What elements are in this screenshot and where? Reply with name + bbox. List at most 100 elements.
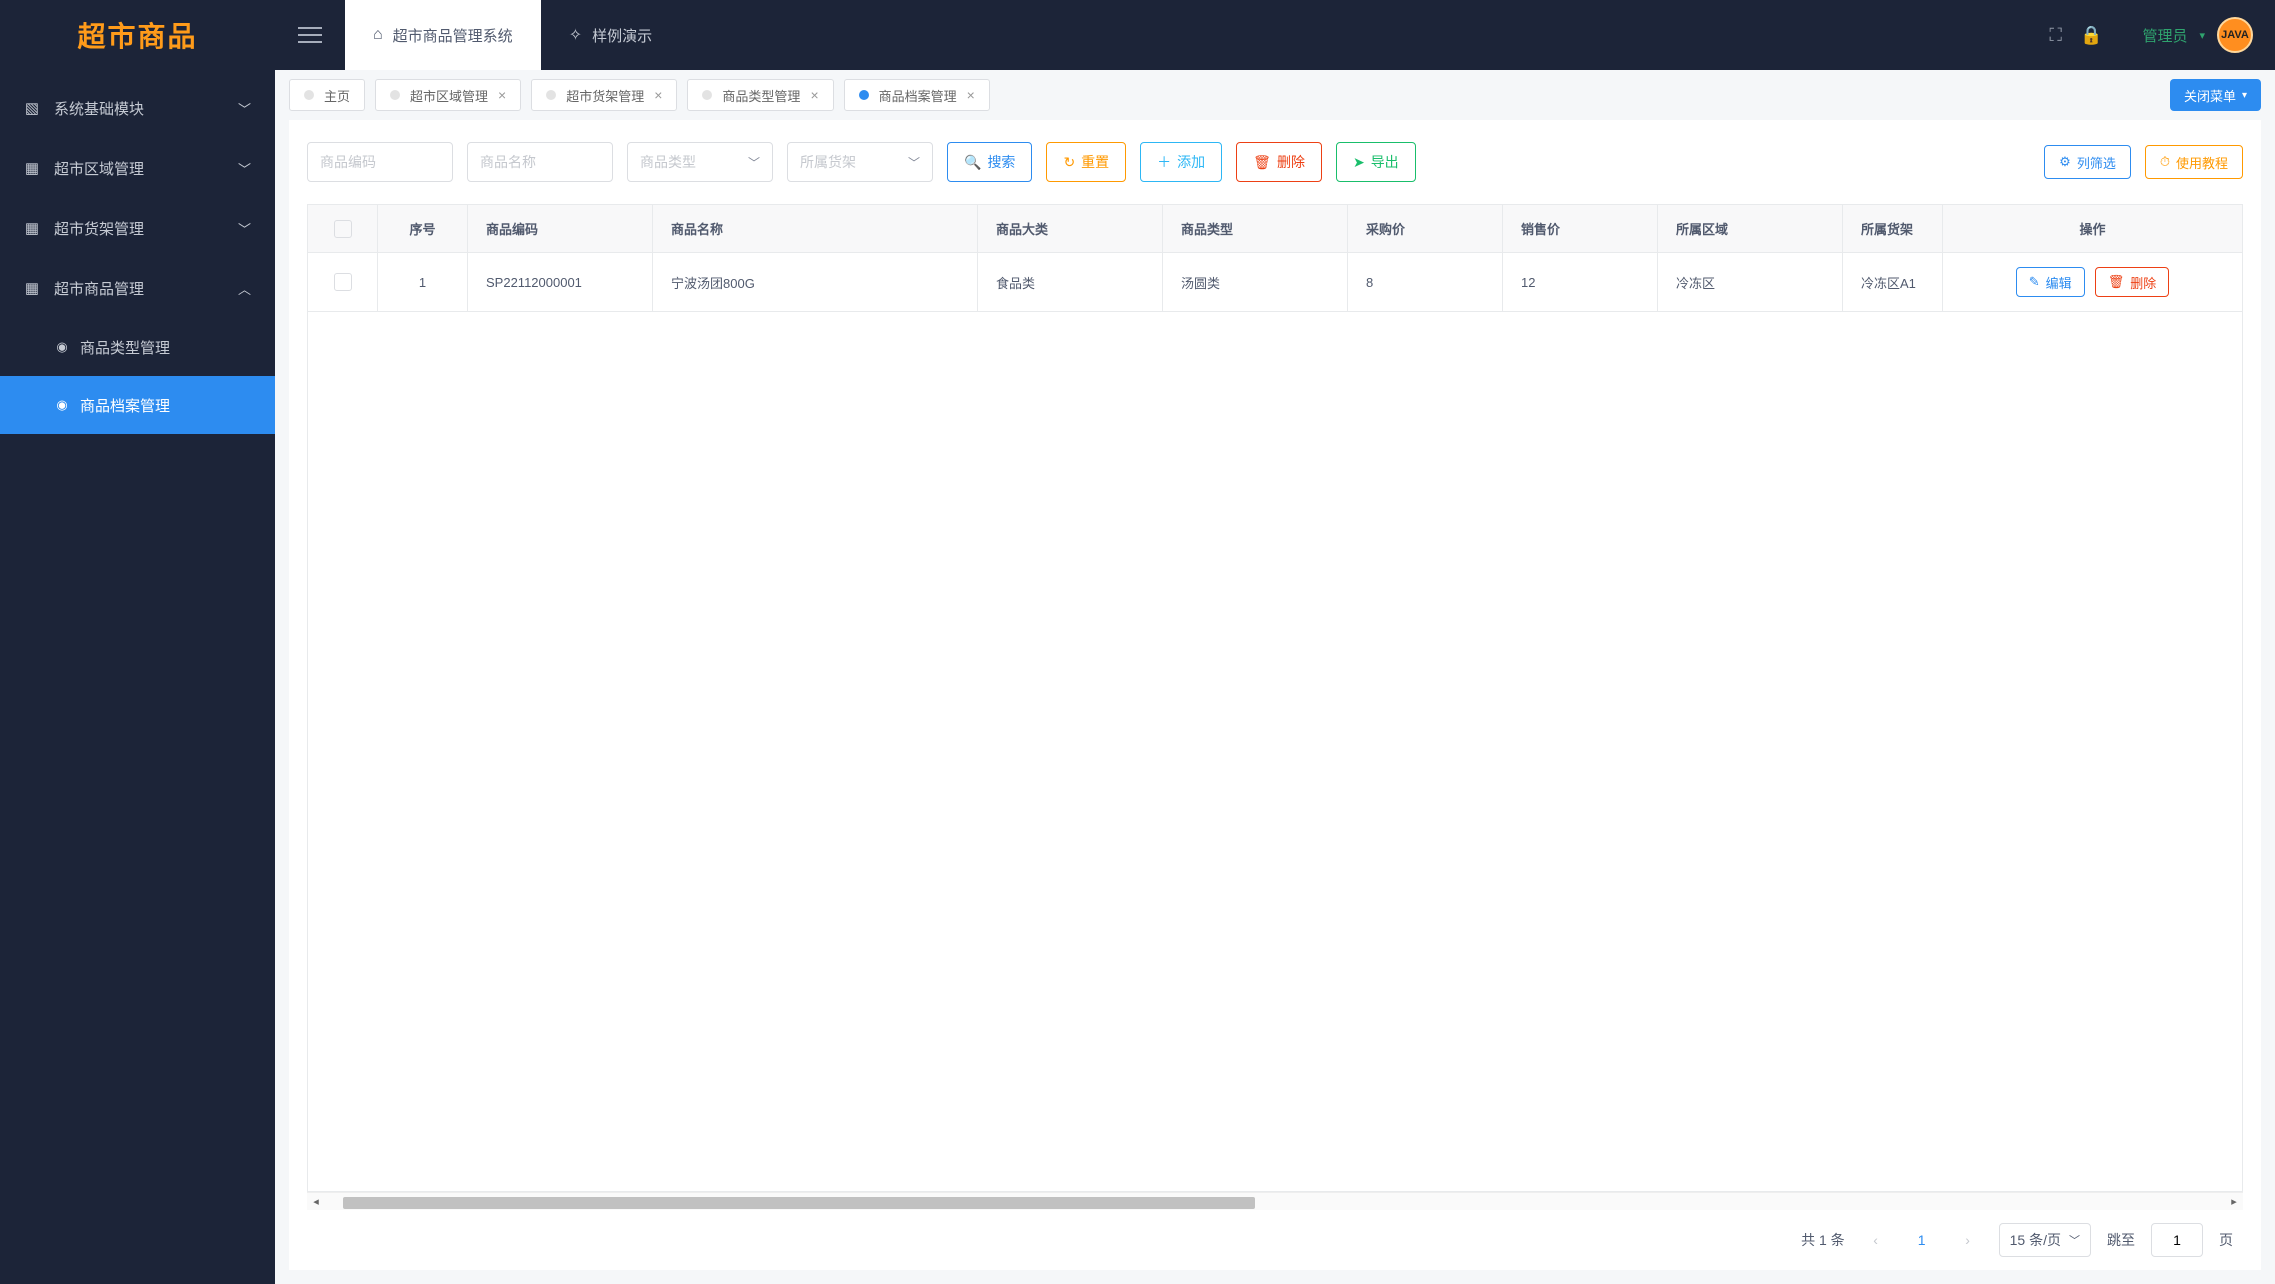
sidebar-item-area[interactable]: ▦超市区域管理 ﹀ — [0, 138, 275, 198]
col-buy: 采购价 — [1348, 205, 1503, 252]
delete-button[interactable]: 🗑删除 — [1236, 142, 1322, 182]
sidebar-label: 系统基础模块 — [54, 98, 144, 119]
dot-icon — [390, 90, 400, 100]
chevron-down-icon: ﹀ — [2069, 1232, 2080, 1248]
prev-page-button[interactable]: ‹ — [1861, 1225, 1891, 1255]
close-icon[interactable]: × — [654, 87, 662, 103]
btn-label: 添加 — [1177, 152, 1205, 172]
col-name: 商品名称 — [653, 205, 978, 252]
tab-type[interactable]: 商品类型管理 × — [687, 79, 833, 111]
close-icon[interactable]: × — [967, 87, 975, 103]
sidebar-item-shelf[interactable]: ▦超市货架管理 ﹀ — [0, 198, 275, 258]
sidebar-sub-type[interactable]: ◉ 商品类型管理 — [0, 318, 275, 376]
col-area: 所属区域 — [1658, 205, 1843, 252]
pagination: 共 1 条 ‹ 1 › 15 条/页﹀ 跳至 页 — [289, 1210, 2261, 1270]
close-menu-button[interactable]: 关闭菜单 ▾ — [2170, 79, 2261, 111]
col-idx: 序号 — [378, 205, 468, 252]
chevron-down-icon: ▾ — [2242, 90, 2247, 101]
chevron-down-icon: ﹀ — [908, 154, 920, 171]
type-select[interactable]: 商品类型 ﹀ — [627, 142, 773, 182]
cell-type: 汤圆类 — [1163, 253, 1348, 311]
page-tabs: 主页 超市区域管理× 超市货架管理 × 商品类型管理 × 商品档案管理 × 关闭菜单 … — [275, 70, 2275, 120]
col-cat: 商品大类 — [978, 205, 1163, 252]
add-button[interactable]: ＋添加 — [1140, 142, 1222, 182]
goto-label: 跳至 — [2107, 1230, 2135, 1250]
top-header: 超市商品 ⌂ 超市商品管理系统 ✧ 样例演示 ⛶ 🔒 管理员 ▾ JAVA — [0, 0, 2275, 70]
fullscreen-icon[interactable]: ⛶ — [2049, 25, 2062, 46]
select-placeholder: 商品类型 — [640, 152, 696, 172]
row-delete-button[interactable]: 🗑删除 — [2095, 267, 2170, 297]
chevron-down-icon: ﹀ — [238, 99, 251, 118]
code-input[interactable] — [307, 142, 453, 182]
goto-input[interactable] — [2151, 1223, 2203, 1257]
cell-code: SP22112000001 — [468, 253, 653, 311]
page-size-select[interactable]: 15 条/页 ﹀ — [1999, 1223, 2091, 1257]
search-button[interactable]: 🔍搜索 — [947, 142, 1032, 182]
lock-icon[interactable]: 🔒 — [2080, 25, 2102, 46]
close-icon[interactable]: × — [498, 87, 506, 103]
tab-area[interactable]: 超市区域管理× — [375, 79, 521, 111]
clock-icon: ⏱ — [2160, 154, 2170, 170]
home-icon: ⌂ — [373, 26, 383, 44]
cell-shelf: 冷冻区A1 — [1843, 253, 1943, 311]
sidebar-sub-archive[interactable]: ◉ 商品档案管理 — [0, 376, 275, 434]
reset-button[interactable]: ↻重置 — [1046, 142, 1126, 182]
user-menu[interactable]: 管理员 ▾ JAVA — [2120, 17, 2275, 53]
scroll-thumb[interactable] — [343, 1197, 1255, 1209]
top-tab-label: 超市商品管理系统 — [393, 25, 513, 46]
search-icon: 🔍 — [964, 154, 981, 171]
chevron-up-icon: ︿ — [238, 279, 251, 298]
table-body: 1 SP22112000001 宁波汤团800G 食品类 汤圆类 8 12 冷冻… — [308, 253, 2242, 1191]
table-row: 1 SP22112000001 宁波汤团800G 食品类 汤圆类 8 12 冷冻… — [308, 253, 2242, 312]
col-sell: 销售价 — [1503, 205, 1658, 252]
shelf-select[interactable]: 所属货架﹀ — [787, 142, 933, 182]
hamburger-icon — [298, 27, 322, 43]
tab-label: 超市货架管理 — [566, 86, 644, 105]
bullet-icon: ◉ — [56, 341, 68, 353]
sidebar-item-goods[interactable]: ▦超市商品管理 ︿ — [0, 258, 275, 318]
horizontal-scrollbar[interactable]: ◂ ▸ — [307, 1192, 2243, 1210]
sidebar-toggle[interactable] — [275, 0, 345, 70]
tab-label: 商品档案管理 — [879, 86, 957, 105]
btn-label: 编辑 — [2046, 273, 2072, 292]
name-input[interactable] — [467, 142, 613, 182]
column-filter-button[interactable]: ⚙列筛选 — [2044, 145, 2131, 179]
dot-icon — [546, 90, 556, 100]
tab-archive[interactable]: 商品档案管理 × — [844, 79, 990, 111]
page-size-label: 15 条/页 — [2010, 1230, 2061, 1250]
select-all-checkbox[interactable] — [334, 220, 352, 238]
dot-icon — [702, 90, 712, 100]
row-checkbox[interactable] — [334, 273, 352, 291]
close-icon[interactable]: × — [810, 87, 818, 103]
scroll-left-icon[interactable]: ◂ — [307, 1195, 325, 1208]
header-icons: ⛶ 🔒 — [2031, 25, 2120, 46]
user-label: 管理员 — [2142, 25, 2187, 46]
scroll-right-icon[interactable]: ▸ — [2225, 1195, 2243, 1208]
page-number[interactable]: 1 — [1907, 1225, 1937, 1255]
dot-icon — [859, 90, 869, 100]
tab-label: 商品类型管理 — [722, 86, 800, 105]
tab-shelf[interactable]: 超市货架管理 × — [531, 79, 677, 111]
top-tabs: ⌂ 超市商品管理系统 ✧ 样例演示 — [345, 0, 680, 70]
refresh-icon: ↻ — [1063, 154, 1075, 171]
close-menu-label: 关闭菜单 — [2184, 86, 2236, 105]
top-tab-system[interactable]: ⌂ 超市商品管理系统 — [345, 0, 541, 70]
content-panel: 商品类型 ﹀ 所属货架﹀ 🔍搜索 ↻重置 ＋添加 🗑删除 ➤导出 ⚙列筛选 ⏱ 使用… — [289, 120, 2261, 1270]
sidebar-item-base[interactable]: ▧系统基础模块 ﹀ — [0, 78, 275, 138]
cell-sell: 12 — [1503, 253, 1658, 311]
sidebar-label: 超市货架管理 — [54, 218, 144, 239]
next-page-button[interactable]: › — [1953, 1225, 1983, 1255]
top-tab-demo[interactable]: ✧ 样例演示 — [541, 0, 680, 70]
cell-buy: 8 — [1348, 253, 1503, 311]
chevron-down-icon: ﹀ — [748, 154, 760, 171]
tab-home[interactable]: 主页 — [289, 79, 365, 111]
gear-icon: ⚙ — [2059, 154, 2071, 170]
export-button[interactable]: ➤导出 — [1336, 142, 1416, 182]
btn-label: 使用教程 — [2176, 153, 2228, 172]
cell-idx: 1 — [378, 253, 468, 311]
tutorial-button[interactable]: ⏱ 使用教程 — [2145, 145, 2243, 179]
sidebar-label: 超市商品管理 — [54, 278, 144, 299]
row-edit-button[interactable]: ✎编辑 — [2016, 267, 2085, 297]
btn-label: 导出 — [1371, 152, 1399, 172]
col-op: 操作 — [1943, 205, 2242, 252]
